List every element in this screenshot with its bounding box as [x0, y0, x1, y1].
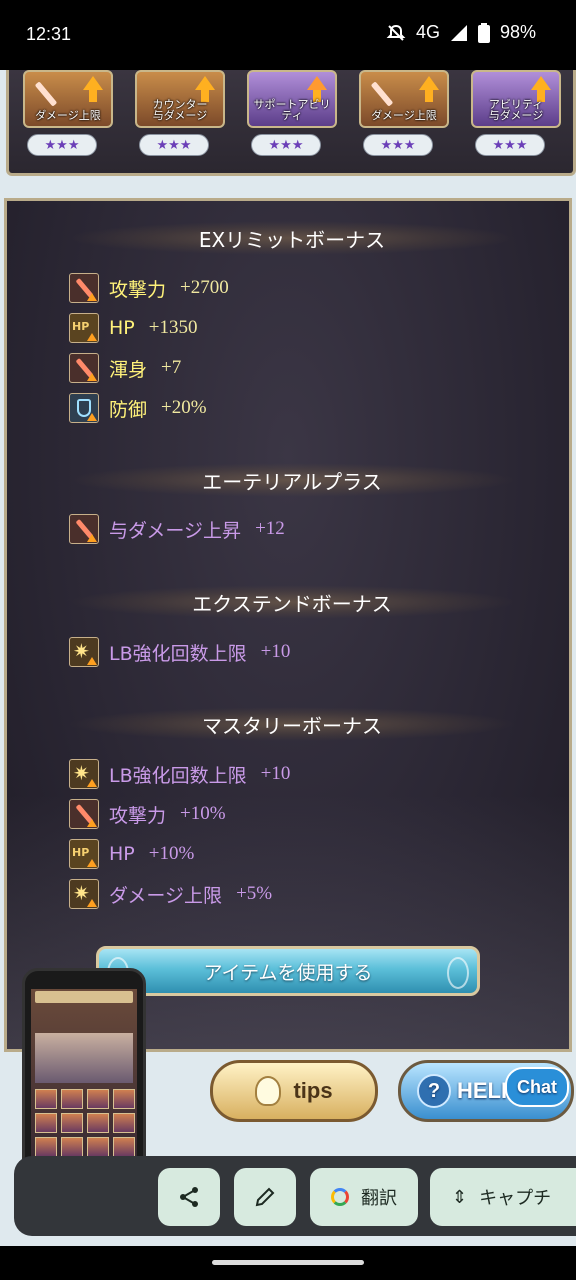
expand-vertical-icon: ⇕ — [452, 1186, 468, 1208]
support-ability-item[interactable]: ダメージ上限 ★★★ — [23, 70, 113, 156]
home-gesture-handle[interactable] — [212, 1260, 364, 1265]
attack-up-icon — [69, 273, 99, 303]
capture-label: キャプチ — [479, 1188, 552, 1209]
bonus-name: HP — [109, 843, 135, 865]
status-bar: 12:31 4G 98% — [0, 0, 576, 70]
burst-up-icon: ✷ — [69, 879, 99, 909]
bonus-value: +10 — [260, 641, 291, 662]
section-title-ethereal: エーテリアルプラス — [67, 463, 517, 497]
attack-up-icon — [69, 353, 99, 383]
bonus-row: 渾身 +7 — [69, 353, 181, 383]
bonus-value: +2700 — [180, 277, 229, 298]
ability-up-icon: アビリティ 与ダメージ — [471, 70, 561, 128]
burst-up-icon: ✷ — [69, 759, 99, 789]
use-item-button[interactable]: アイテムを使用する — [96, 946, 480, 996]
support-ability-panel: ダメージ上限 ★★★ カウンター 与ダメージ ★★★ サポートアビリティ ★★★… — [6, 70, 576, 176]
navigation-bar — [0, 1246, 576, 1280]
translate-label: 翻訳 — [361, 1188, 397, 1209]
ability-stars: ★★★ — [475, 134, 545, 156]
google-lens-icon — [331, 1188, 349, 1206]
support-ability-label: カウンター 与ダメージ — [152, 97, 208, 123]
capture-more-button[interactable]: ⇕ キャプチ — [430, 1168, 576, 1226]
bonus-name: LB強化回数上限 — [109, 642, 247, 665]
share-icon — [180, 1187, 198, 1207]
bonus-value: +10% — [148, 843, 195, 864]
support-ability-item[interactable]: サポートアビリティ ★★★ — [247, 70, 337, 156]
bonus-row: 攻撃力 +10% — [69, 799, 226, 829]
bonus-value: +1350 — [148, 317, 198, 338]
support-ability-label: ダメージ上限 — [35, 109, 101, 123]
help-button[interactable]: ? HELP Chat — [398, 1060, 574, 1122]
bonus-row: ✷ ダメージ上限 +5% — [69, 879, 272, 909]
bonus-name: 攻撃力 — [109, 804, 167, 827]
bonus-row: ✷ LB強化回数上限 +10 — [69, 637, 290, 667]
support-ability-item[interactable]: カウンター 与ダメージ ★★★ — [135, 70, 225, 156]
hp-up-icon: HP — [69, 839, 99, 869]
bonus-name: 渾身 — [109, 358, 148, 381]
bonus-value: +10 — [260, 763, 291, 784]
support-ability-item[interactable]: ダメージ上限 ★★★ — [359, 70, 449, 156]
bell-off-icon — [386, 24, 406, 41]
bonus-row: HP HP +1350 — [69, 313, 197, 343]
ability-stars: ★★★ — [27, 134, 97, 156]
bonus-value: +20% — [161, 397, 207, 418]
lightbulb-icon — [255, 1076, 282, 1106]
counter-up-icon: カウンター 与ダメージ — [135, 70, 225, 128]
bonus-row: HP HP +10% — [69, 839, 194, 869]
sword-up-icon: ダメージ上限 — [23, 70, 113, 128]
bonus-value: +12 — [255, 518, 285, 539]
signal-icon — [450, 24, 467, 41]
support-ability-label: サポートアビリティ — [253, 97, 331, 123]
attack-up-icon — [69, 799, 99, 829]
bonus-row: 攻撃力 +2700 — [69, 273, 229, 303]
ability-stars: ★★★ — [363, 134, 433, 156]
sword-up-icon: ダメージ上限 — [359, 70, 449, 128]
bonus-name: 防御 — [109, 398, 148, 421]
bonus-name: LB強化回数上限 — [109, 764, 247, 787]
section-title-ex-limit: EXリミットボーナス — [67, 221, 517, 255]
bonus-value: +10% — [180, 803, 226, 824]
screenshot-action-bar: 翻訳 ⇕ キャプチ — [14, 1156, 576, 1236]
hp-up-icon: HP — [69, 313, 99, 343]
share-button[interactable] — [158, 1168, 220, 1226]
bonus-value: +5% — [236, 883, 273, 904]
chat-button[interactable]: Chat — [505, 1067, 569, 1107]
defense-up-icon — [69, 393, 99, 423]
status-time: 12:31 — [26, 24, 72, 44]
bonus-name: 与ダメージ上昇 — [109, 519, 242, 542]
support-ability-row: ダメージ上限 ★★★ カウンター 与ダメージ ★★★ サポートアビリティ ★★★… — [23, 70, 561, 156]
support-ability-label: ダメージ上限 — [371, 109, 437, 123]
bonus-row: 防御 +20% — [69, 393, 207, 423]
bonus-panel: EXリミットボーナス 攻撃力 +2700 HP HP +1350 渾身 +7 防… — [4, 198, 572, 1052]
bonus-value: +7 — [161, 357, 182, 378]
star-plus-icon: サポートアビリティ — [247, 70, 337, 128]
ability-stars: ★★★ — [251, 134, 321, 156]
attack-up-icon — [69, 514, 99, 544]
support-ability-label: アビリティ 与ダメージ — [488, 97, 544, 123]
support-ability-item[interactable]: アビリティ 与ダメージ ★★★ — [471, 70, 561, 156]
bonus-row: 与ダメージ上昇 +12 — [69, 514, 285, 544]
status-icons: 4G 98% — [386, 22, 536, 43]
bonus-name: HP — [109, 317, 135, 339]
burst-up-icon: ✷ — [69, 637, 99, 667]
network-type: 4G — [415, 22, 440, 42]
pencil-icon — [255, 1187, 275, 1207]
edit-button[interactable] — [234, 1168, 296, 1226]
battery-icon — [477, 22, 490, 43]
tips-button[interactable]: tips — [210, 1060, 378, 1122]
section-title-mastery: マスタリーボーナス — [67, 707, 517, 741]
bonus-name: ダメージ上限 — [109, 884, 223, 907]
bonus-row: ✷ LB強化回数上限 +10 — [69, 759, 290, 789]
question-icon: ? — [417, 1074, 451, 1108]
ability-stars: ★★★ — [139, 134, 209, 156]
section-title-extend: エクステンドボーナス — [67, 585, 517, 619]
bonus-name: 攻撃力 — [109, 278, 167, 301]
translate-button[interactable]: 翻訳 — [310, 1168, 418, 1226]
battery-level: 98% — [499, 22, 536, 42]
tips-label: tips — [293, 1078, 333, 1103]
